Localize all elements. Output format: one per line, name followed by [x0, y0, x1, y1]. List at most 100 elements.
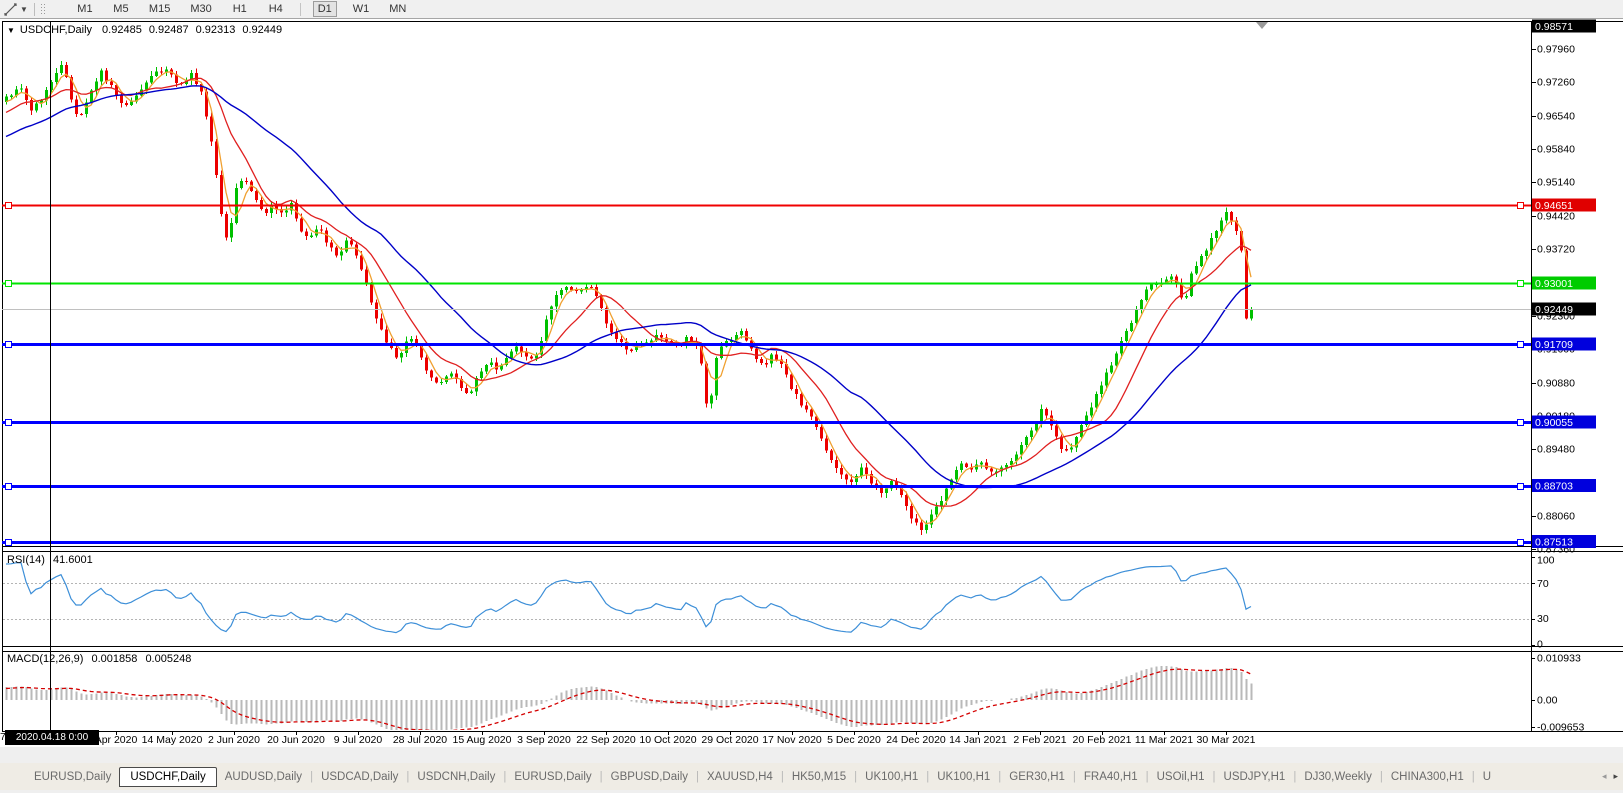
price-tick-label: 0.97960	[1537, 43, 1575, 55]
tab-audusd-daily[interactable]: AUDUSD,Daily	[217, 767, 310, 787]
tab-hk50-m15[interactable]: HK50,M15	[784, 767, 854, 787]
price-tick-label: 0.88060	[1537, 510, 1575, 522]
timeframe-button-M5[interactable]: M5	[109, 1, 133, 17]
tab-xauusd-h4[interactable]: XAUUSD,H4	[699, 767, 781, 787]
macd-name: MACD(12,26,9)	[7, 653, 83, 665]
level-handle[interactable]	[1518, 203, 1524, 209]
svg-text:0.98571: 0.98571	[1535, 21, 1573, 33]
price-tick-label: 0.95840	[1537, 143, 1575, 155]
toolbar-separator	[300, 3, 301, 16]
price-tick-label: 0.97260	[1537, 76, 1575, 88]
macd-tick-label: -0.009653	[1537, 722, 1584, 734]
macd-tick-label: 0.00	[1537, 695, 1558, 707]
timeframe-button-M15[interactable]: M15	[145, 1, 174, 17]
price-tick-label: 0.95140	[1537, 176, 1575, 188]
date-label: 5 Dec 2020	[827, 734, 881, 746]
level-handle[interactable]	[6, 342, 12, 348]
tab-usdjpy-h1[interactable]: USDJPY,H1	[1216, 767, 1294, 787]
date-label: 9 Jul 2020	[334, 734, 383, 746]
svg-text:0.92449: 0.92449	[1535, 304, 1573, 316]
time-cursor-label: 2020.04.18 0:00	[5, 730, 99, 745]
tab-uk100-h1[interactable]: UK100,H1	[857, 767, 926, 787]
chart-title: USDCHF,Daily	[20, 24, 92, 36]
rsi-tick-label: 100	[1537, 555, 1555, 567]
price-axis-box-0.93001: 0.93001	[1532, 276, 1596, 290]
rsi-tick-label: 0	[1537, 639, 1543, 651]
date-label: 14 Jan 2021	[949, 734, 1007, 746]
tab-china300-h1[interactable]: CHINA300,H1	[1383, 767, 1472, 787]
level-handle[interactable]	[6, 540, 12, 546]
level-handle[interactable]	[1518, 281, 1524, 287]
price-axis-box-0.90055: 0.90055	[1532, 415, 1596, 429]
line-tools-icon[interactable]	[3, 2, 19, 17]
price-tick-label: 0.96540	[1537, 110, 1575, 122]
level-handle[interactable]	[6, 420, 12, 426]
tab-eurusd-daily[interactable]: EURUSD,Daily	[26, 767, 119, 787]
timeframe-button-D1[interactable]: D1	[313, 1, 337, 17]
symbol-header: ▼ USDCHF,Daily 0.92485 0.92487 0.92313 0…	[7, 24, 289, 36]
rsi-tick-label: 30	[1537, 613, 1549, 625]
level-handle[interactable]	[1518, 540, 1524, 546]
timeframe-button-H4[interactable]: H4	[264, 1, 288, 17]
level-handle[interactable]	[1518, 484, 1524, 490]
date-label: 22 Sep 2020	[576, 734, 636, 746]
level-handle[interactable]	[6, 281, 12, 287]
tab-ger30-h1[interactable]: GER30,H1	[1001, 767, 1073, 787]
level-handle[interactable]	[6, 484, 12, 490]
rsi-tick-label: 70	[1537, 578, 1549, 590]
tab-usdchf-daily[interactable]: USDCHF,Daily	[119, 767, 216, 787]
timeframe-button-M30[interactable]: M30	[186, 1, 215, 17]
date-axis: Apr 202014 May 20202 Jun 202020 Jun 2020…	[95, 731, 1256, 746]
date-label: 24 Dec 2020	[886, 734, 946, 746]
price-tick-label: 0.90880	[1537, 377, 1575, 389]
timeframe-buttons: M1 M5 M15 M30 H1 H4 D1 W1 MN	[73, 1, 410, 17]
date-label: 20 Feb 2021	[1073, 734, 1132, 746]
date-label: 28 Jul 2020	[393, 734, 447, 746]
price-tick-label: 0.94420	[1537, 210, 1575, 222]
price-axis-box-0.87513: 0.87513	[1532, 535, 1596, 549]
svg-text:0.87513: 0.87513	[1535, 537, 1573, 549]
timeframe-button-MN[interactable]: MN	[385, 1, 410, 17]
level-handle[interactable]	[1518, 420, 1524, 426]
tab-uk100-h1[interactable]: UK100,H1	[929, 767, 998, 787]
date-label: 2 Feb 2021	[1013, 734, 1066, 746]
tab-eurusd-daily[interactable]: EURUSD,Daily	[506, 767, 599, 787]
chart-canvas[interactable]: Apr 202014 May 20202 Jun 202020 Jun 2020…	[0, 0, 1623, 793]
date-label: 10 Oct 2020	[639, 734, 696, 746]
price-axis-box-0.98571: 0.98571	[1532, 20, 1596, 34]
tab-gbpusd-daily[interactable]: GBPUSD,Daily	[603, 767, 696, 787]
chart-dropdown-icon[interactable]: ▼	[7, 26, 15, 35]
tab-scroll-left-icon[interactable]: ◂	[1602, 771, 1607, 782]
tab-u[interactable]: U	[1475, 767, 1499, 787]
tab-fra40-h1[interactable]: FRA40,H1	[1076, 767, 1146, 787]
svg-text:0.90055: 0.90055	[1535, 417, 1573, 429]
price-tick-label: 0.89480	[1537, 443, 1575, 455]
ohlc-low: 0.92313	[196, 24, 236, 36]
timeframe-button-W1[interactable]: W1	[349, 1, 374, 17]
timeframe-button-H1[interactable]: H1	[228, 1, 252, 17]
date-label: 2 Jun 2020	[208, 734, 260, 746]
rsi-name: RSI(14)	[7, 554, 45, 566]
date-label: 15 Aug 2020	[453, 734, 512, 746]
level-handle[interactable]	[6, 203, 12, 209]
date-label: 3 Sep 2020	[517, 734, 571, 746]
tab-scroll-right-icon[interactable]: ▸	[1613, 771, 1618, 782]
timeframe-button-M1[interactable]: M1	[73, 1, 97, 17]
tab-usoil-h1[interactable]: USOil,H1	[1149, 767, 1213, 787]
timeframe-toolbar: ▼ M1 M5 M15 M30 H1 H4 D1 W1 MN	[0, 0, 1623, 19]
toolbar-separator	[34, 3, 35, 16]
svg-text:0.94651: 0.94651	[1535, 200, 1573, 212]
level-handle[interactable]	[1518, 342, 1524, 348]
price-tick-label: 0.93720	[1537, 243, 1575, 255]
ohlc-close: 0.92449	[242, 24, 282, 36]
macd-value1: 0.001858	[91, 653, 137, 665]
tab-usdcnh-daily[interactable]: USDCNH,Daily	[409, 767, 503, 787]
tab-usdcad-daily[interactable]: USDCAD,Daily	[313, 767, 406, 787]
macd-tick-label: 0.010933	[1537, 652, 1581, 664]
ohlc-high: 0.92487	[149, 24, 189, 36]
chart-backdrop	[0, 19, 1623, 747]
svg-text:0.91709: 0.91709	[1535, 339, 1573, 351]
tab-dj30-weekly[interactable]: DJ30,Weekly	[1296, 767, 1380, 787]
toolbar-grip[interactable]	[40, 3, 45, 16]
tool-dropdown-icon[interactable]: ▼	[20, 5, 28, 14]
